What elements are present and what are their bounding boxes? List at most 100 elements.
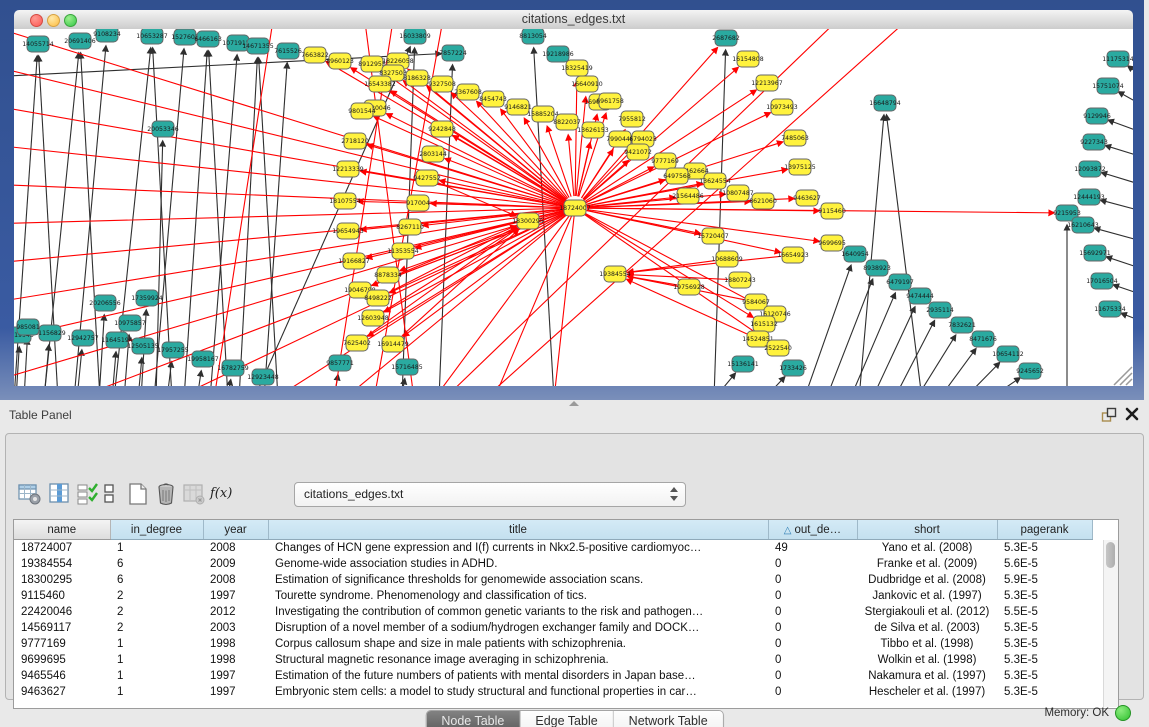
graph-node[interactable]: 12093872: [1074, 161, 1106, 177]
graph-node[interactable]: 6479197: [886, 274, 914, 290]
graph-edge[interactable]: [916, 335, 956, 386]
graph-node[interactable]: 9129946: [1083, 108, 1111, 124]
column-header-pagerank[interactable]: pagerank: [997, 520, 1092, 540]
graph-node[interactable]: 16640910: [571, 76, 603, 92]
graph-node[interactable]: 9463627: [793, 190, 821, 206]
table-cell[interactable]: 2: [110, 588, 203, 604]
float-panel-icon[interactable]: [1100, 406, 1118, 424]
graph-edge[interactable]: [274, 208, 575, 386]
graph-node[interactable]: 7625402: [343, 335, 371, 351]
graph-node[interactable]: 6497568: [663, 168, 691, 184]
graph-edge[interactable]: [714, 373, 735, 386]
graph-node[interactable]: 10973493: [766, 99, 798, 115]
graph-node[interactable]: 13624554: [699, 173, 731, 189]
table-cell[interactable]: Genome-wide association studies in ADHD.: [268, 556, 768, 572]
graph-node[interactable]: 8878334: [374, 267, 402, 283]
table-cell[interactable]: 1: [110, 684, 203, 700]
table-cell[interactable]: Investigating the contribution of common…: [268, 604, 768, 620]
table-cell[interactable]: 9465546: [14, 668, 110, 684]
graph-edge[interactable]: [886, 115, 922, 386]
column-header-out-de-[interactable]: △out_de…: [768, 520, 857, 540]
table-cell[interactable]: 18724007: [14, 540, 110, 557]
table-scrollbar-thumb[interactable]: [1106, 542, 1115, 568]
table-cell[interactable]: 14569117: [14, 620, 110, 636]
table-cell[interactable]: 1: [110, 636, 203, 652]
graph-edge[interactable]: [14, 208, 575, 304]
table-cell[interactable]: 18300295: [14, 572, 110, 588]
table-cell[interactable]: Nakamura et al. (1997): [857, 668, 997, 684]
graph-node[interactable]: 15136141: [727, 356, 759, 372]
graph-node[interactable]: 10688609: [711, 251, 743, 267]
table-cell[interactable]: 2009: [203, 556, 268, 572]
graph-node[interactable]: 18107554: [329, 193, 361, 209]
table-row[interactable]: 1938455462009Genome-wide association stu…: [14, 556, 1092, 572]
graph-node[interactable]: 9242848: [428, 121, 456, 137]
graph-node[interactable]: 20053346: [147, 121, 179, 137]
table-cell[interactable]: 5.3E-5: [997, 540, 1092, 557]
graph-node[interactable]: 9245652: [1016, 363, 1044, 379]
graph-node[interactable]: 7955812: [618, 111, 646, 127]
graph-node[interactable]: 8960123: [326, 53, 354, 69]
table-cell[interactable]: de Silva et al. (2003): [857, 620, 997, 636]
table-cell[interactable]: Tibbo et al. (1998): [857, 636, 997, 652]
graph-node[interactable]: 2367608: [454, 84, 482, 100]
table-cell[interactable]: 2008: [203, 572, 268, 588]
graph-edge[interactable]: [939, 349, 976, 386]
table-cell[interactable]: 1: [110, 668, 203, 684]
graph-edge[interactable]: [826, 279, 873, 386]
table-cell[interactable]: 6: [110, 572, 203, 588]
graph-node[interactable]: 8938923: [863, 260, 891, 276]
graph-node[interactable]: 917004: [406, 195, 430, 211]
graph-edge[interactable]: [1101, 173, 1133, 187]
graph-node[interactable]: 13626153: [577, 122, 609, 138]
graph-edge[interactable]: [24, 339, 27, 386]
table-cell[interactable]: 6: [110, 556, 203, 572]
table-row[interactable]: 969969511998Structural magnetic resonanc…: [14, 652, 1092, 668]
graph-edge[interactable]: [964, 363, 1000, 386]
graph-node[interactable]: 1615132: [750, 316, 778, 332]
table-cell[interactable]: Hescheler et al. (1997): [857, 684, 997, 700]
network-graph[interactable]: 1872400718300295896012389129551822605883…: [14, 29, 1133, 386]
panel-resize-grip[interactable]: [569, 401, 579, 406]
delete-table-icon[interactable]: [154, 482, 178, 506]
table-cell[interactable]: Disruption of a novel member of a sodium…: [268, 620, 768, 636]
graph-node[interactable]: 7857224: [439, 45, 467, 61]
graph-node[interactable]: 16033809: [399, 29, 431, 44]
network-canvas[interactable]: 1872400718300295896012389129551822605883…: [14, 29, 1133, 386]
table-row[interactable]: 946554611997Estimation of the future num…: [14, 668, 1092, 684]
graph-node[interactable]: 8498222: [364, 290, 392, 306]
table-cell[interactable]: 5.3E-5: [997, 652, 1092, 668]
table-cell[interactable]: 9699695: [14, 652, 110, 668]
close-panel-icon[interactable]: [1124, 406, 1140, 422]
graph-node[interactable]: 6466163: [194, 31, 222, 47]
create-table-icon[interactable]: [126, 482, 150, 506]
graph-node[interactable]: 6961758: [596, 93, 624, 109]
graph-edge[interactable]: [575, 81, 577, 196]
table-cell[interactable]: 1997: [203, 588, 268, 604]
graph-edge[interactable]: [587, 208, 819, 211]
graph-node[interactable]: 15716485: [391, 359, 423, 375]
table-cell[interactable]: 5.6E-5: [997, 556, 1092, 572]
graph-node[interactable]: 17016504: [1086, 273, 1118, 289]
table-cell[interactable]: 1998: [203, 636, 268, 652]
graph-node[interactable]: 9115460: [818, 203, 846, 219]
table-cell[interactable]: Stergiakouli et al. (2012): [857, 604, 997, 620]
table-cell[interactable]: 2008: [203, 540, 268, 557]
table-cell[interactable]: 5.3E-5: [997, 636, 1092, 652]
graph-edge[interactable]: [872, 307, 915, 386]
graph-node[interactable]: 9421072: [624, 144, 652, 160]
table-cell[interactable]: Jankovic et al. (1997): [857, 588, 997, 604]
table-cell[interactable]: 2: [110, 604, 203, 620]
table-cell[interactable]: 5.9E-5: [997, 572, 1092, 588]
graph-edge[interactable]: [628, 261, 715, 273]
table-cell[interactable]: 1: [110, 540, 203, 557]
table-cell[interactable]: 5.3E-5: [997, 588, 1092, 604]
graph-node[interactable]: 14671355: [242, 38, 274, 54]
graph-node[interactable]: 9227343: [1080, 134, 1108, 150]
graph-node[interactable]: 12923448: [247, 369, 279, 385]
table-row[interactable]: 1830029562008Estimation of significance …: [14, 572, 1092, 588]
table-cell[interactable]: 5.3E-5: [997, 620, 1092, 636]
graph-node[interactable]: 18300295: [512, 213, 544, 229]
graph-node[interactable]: 1640954: [841, 246, 869, 262]
graph-node[interactable]: 11175314: [1102, 51, 1133, 67]
